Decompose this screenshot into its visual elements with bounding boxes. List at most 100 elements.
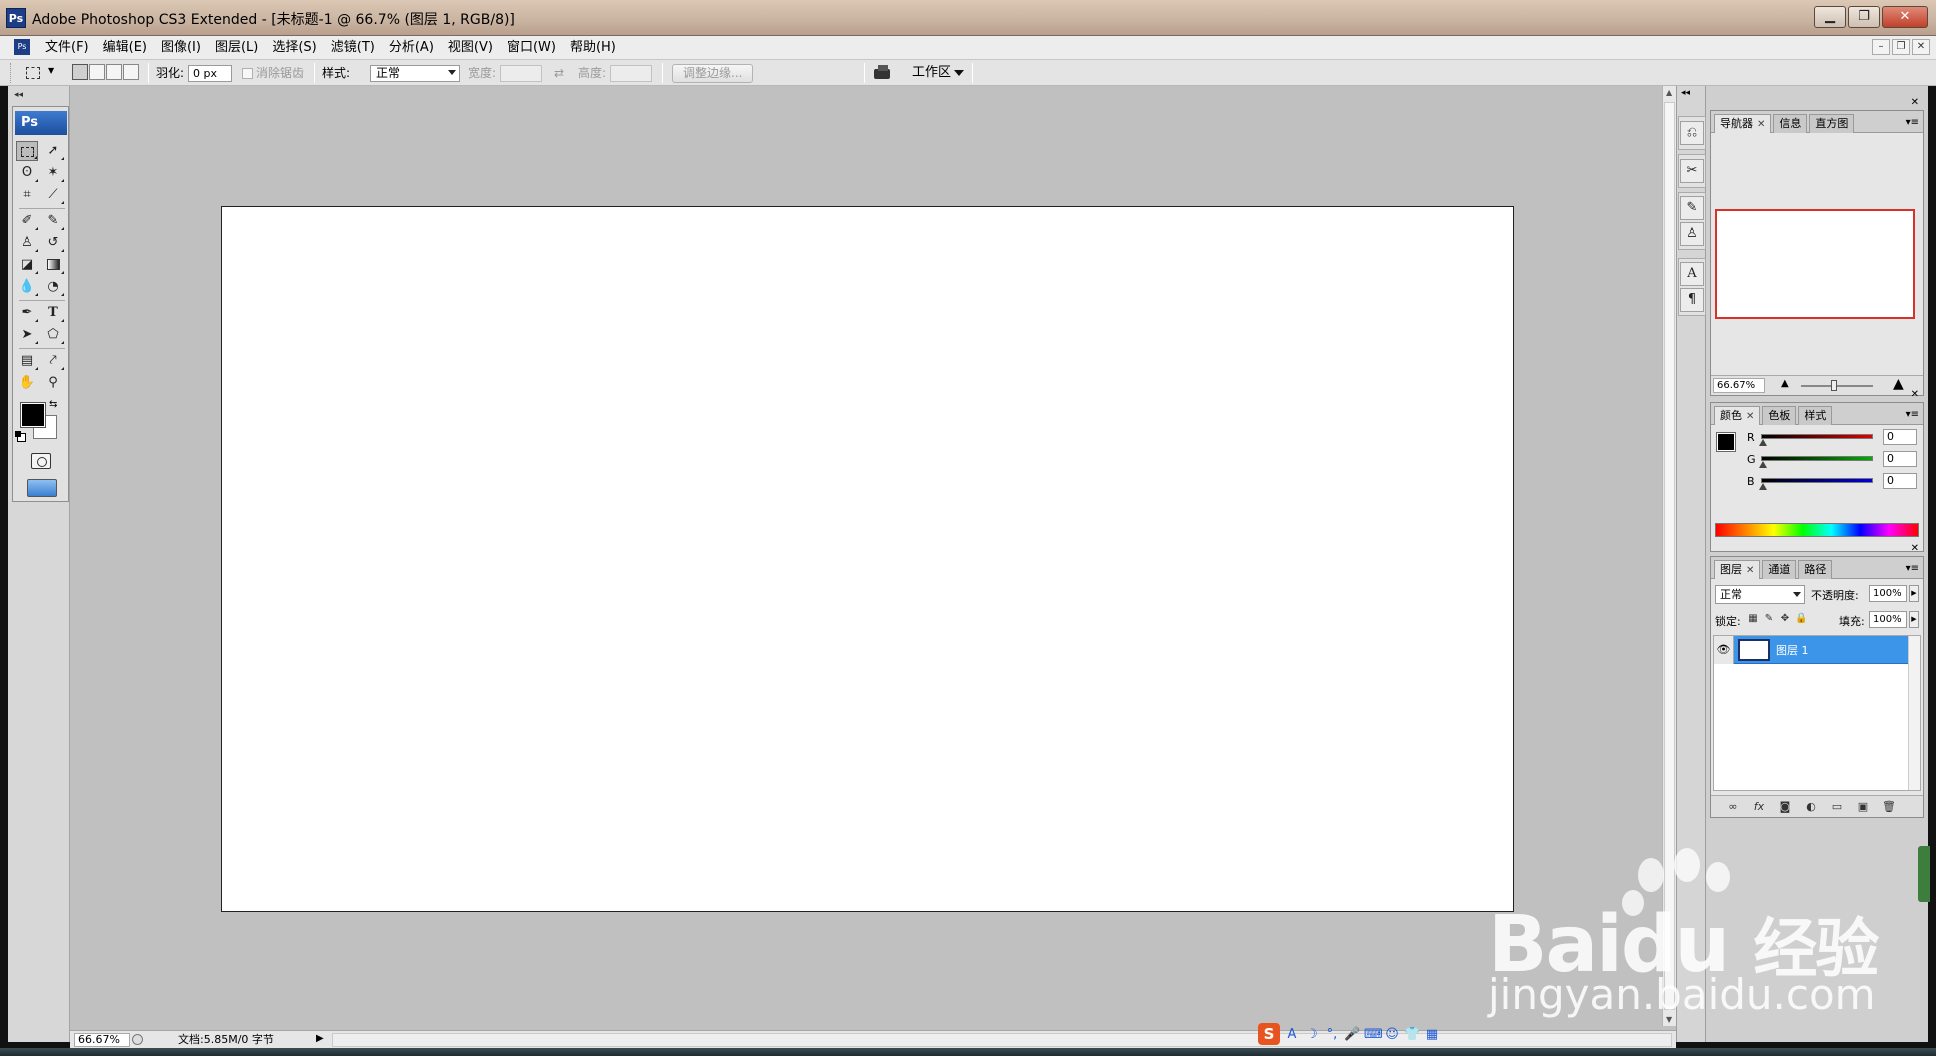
mask-icon[interactable]: ◙ [1777, 799, 1793, 815]
palette-well-icon[interactable] [872, 64, 894, 82]
menu-filter[interactable]: 滤镜(T) [324, 40, 382, 56]
close-icon[interactable]: ✕ [1911, 543, 1919, 554]
swap-dimensions-icon[interactable]: ⇄ [554, 64, 564, 82]
screen-mode-icon[interactable] [27, 479, 57, 497]
status-menu-arrow-icon[interactable]: ▶ [316, 1033, 324, 1044]
blur-tool[interactable]: 💧 [16, 277, 38, 297]
slice-tool[interactable]: ⟋ [42, 185, 64, 205]
menu-layer[interactable]: 图层(L) [208, 40, 265, 56]
feather-input[interactable]: 0 px [188, 65, 232, 82]
layer-thumbnail[interactable] [1738, 639, 1770, 661]
panel-menu-icon[interactable]: ▾≡ [1906, 563, 1919, 574]
refine-edge-button[interactable]: 调整边缘... [672, 64, 754, 83]
tab-styles[interactable]: 样式 [1798, 406, 1833, 425]
close-button[interactable]: ✕ [1882, 6, 1928, 28]
side-tab[interactable] [1918, 846, 1930, 902]
adjustment-icon[interactable]: ◐ [1803, 799, 1819, 815]
height-input[interactable] [610, 65, 652, 82]
lock-pixels-icon[interactable]: ✎ [1763, 613, 1775, 625]
tab-navigator[interactable]: 导航器 ✕ [1714, 114, 1772, 133]
crop-tool[interactable]: ⌗ [16, 185, 38, 205]
layer-list-scrollbar[interactable] [1908, 636, 1920, 790]
lock-transparency-icon[interactable]: ▦ [1747, 613, 1759, 625]
eyedropper-tool[interactable]: ⤤ [42, 351, 64, 371]
ime-user-icon[interactable]: ☺ [1384, 1027, 1400, 1042]
menu-file[interactable]: 文件(F) [38, 40, 96, 56]
fill-input[interactable]: 100% [1869, 611, 1907, 628]
minimize-button[interactable]: ▁ [1814, 6, 1846, 28]
layer-row[interactable]: 👁 图层 1 [1714, 636, 1908, 664]
ime-halfwidth-icon[interactable]: ☽ [1304, 1027, 1320, 1042]
close-icon[interactable]: ✕ [1757, 119, 1765, 130]
swap-colors-icon[interactable]: ⇆ [49, 399, 57, 410]
menu-window[interactable]: 窗口(W) [500, 40, 563, 56]
menu-select[interactable]: 选择(S) [265, 40, 323, 56]
blue-slider[interactable] [1761, 478, 1873, 483]
green-slider[interactable] [1761, 456, 1873, 461]
foreground-color-swatch[interactable] [1716, 432, 1736, 452]
ime-skin-icon[interactable]: 👕 [1404, 1027, 1420, 1042]
path-selection-tool[interactable]: ➤ [16, 325, 38, 345]
collapse-toolbox-icon[interactable]: ◂◂ [14, 90, 23, 100]
eraser-tool[interactable]: ◪ [16, 255, 38, 275]
lasso-tool[interactable]: ʘ [16, 163, 38, 183]
status-info-icon[interactable] [132, 1034, 143, 1045]
foreground-color-swatch[interactable] [20, 402, 46, 428]
color-spectrum-ramp[interactable] [1715, 523, 1919, 537]
doc-restore-button[interactable]: ❐ [1892, 39, 1910, 55]
intersect-selection-button[interactable] [123, 64, 139, 80]
layer-name[interactable]: 图层 1 [1776, 642, 1809, 658]
width-input[interactable] [500, 65, 542, 82]
menu-image[interactable]: 图像(I) [154, 40, 208, 56]
menu-edit[interactable]: 编辑(E) [96, 40, 154, 56]
photoshop-logo[interactable]: Ps [15, 111, 67, 135]
magic-wand-tool[interactable]: ✶ [42, 163, 64, 183]
tab-layers[interactable]: 图层 ✕ [1714, 560, 1761, 579]
scroll-down-icon[interactable]: ▼ [1666, 1015, 1672, 1024]
opacity-input[interactable]: 100% [1869, 585, 1907, 602]
link-icon[interactable]: ∞ [1725, 799, 1741, 815]
sogou-ime-icon[interactable]: S [1258, 1023, 1280, 1045]
subtract-selection-button[interactable] [106, 64, 122, 80]
new-layer-icon[interactable]: ▣ [1855, 799, 1871, 815]
tool-preset-picker[interactable]: ▼ [22, 64, 58, 82]
document-vertical-scrollbar[interactable]: ▲ ▼ [1662, 86, 1676, 1026]
ime-voice-icon[interactable]: 🎤 [1344, 1027, 1360, 1042]
history-panel-icon[interactable]: ⎌ [1680, 121, 1704, 145]
document-icon[interactable]: Ps [14, 39, 30, 55]
type-tool[interactable]: T [42, 303, 64, 323]
style-select[interactable]: 正常 [370, 65, 460, 82]
close-icon[interactable]: ✕ [1746, 565, 1754, 576]
paragraph-panel-icon[interactable]: ¶ [1680, 288, 1704, 312]
green-value-input[interactable]: 0 [1883, 451, 1917, 467]
antialias-checkbox[interactable] [242, 68, 253, 79]
doc-close-button[interactable]: ✕ [1912, 39, 1930, 55]
notes-tool[interactable]: ▤ [16, 351, 38, 371]
close-icon[interactable]: ✕ [1746, 411, 1754, 422]
character-panel-icon[interactable]: A [1680, 262, 1704, 286]
red-value-input[interactable]: 0 [1883, 429, 1917, 445]
panel-menu-icon[interactable]: ▾≡ [1906, 409, 1919, 420]
gradient-tool[interactable] [42, 255, 64, 275]
navigator-thumbnail[interactable] [1715, 209, 1915, 319]
scroll-up-icon[interactable]: ▲ [1666, 88, 1672, 97]
healing-brush-tool[interactable]: ✐ [16, 211, 38, 231]
lock-position-icon[interactable]: ✥ [1779, 613, 1791, 625]
default-colors-icon[interactable] [15, 431, 26, 442]
tab-histogram[interactable]: 直方图 [1809, 114, 1855, 133]
shape-tool[interactable]: ⬠ [42, 325, 64, 345]
collapse-panels-icon[interactable]: ◂◂ [1681, 88, 1690, 98]
navigator-zoom-field[interactable]: 66.67% [1713, 378, 1765, 393]
zoom-level-field[interactable]: 66.67% [74, 1033, 130, 1047]
history-brush-tool[interactable]: ↺ [42, 233, 64, 253]
document-horizontal-scrollbar[interactable] [332, 1033, 1672, 1047]
add-selection-button[interactable] [89, 64, 105, 80]
tool-presets-panel-icon[interactable]: ✂ [1680, 159, 1704, 183]
tab-swatches[interactable]: 色板 [1762, 406, 1797, 425]
ime-toolbox-icon[interactable]: ▦ [1424, 1027, 1440, 1042]
hand-tool[interactable]: ✋ [16, 373, 38, 393]
ime-punctuation-icon[interactable]: °, [1324, 1027, 1340, 1042]
close-icon[interactable]: ✕ [1911, 389, 1919, 400]
brushes-panel-icon[interactable]: ✎ [1680, 196, 1704, 220]
group-icon[interactable]: ▭ [1829, 799, 1845, 815]
